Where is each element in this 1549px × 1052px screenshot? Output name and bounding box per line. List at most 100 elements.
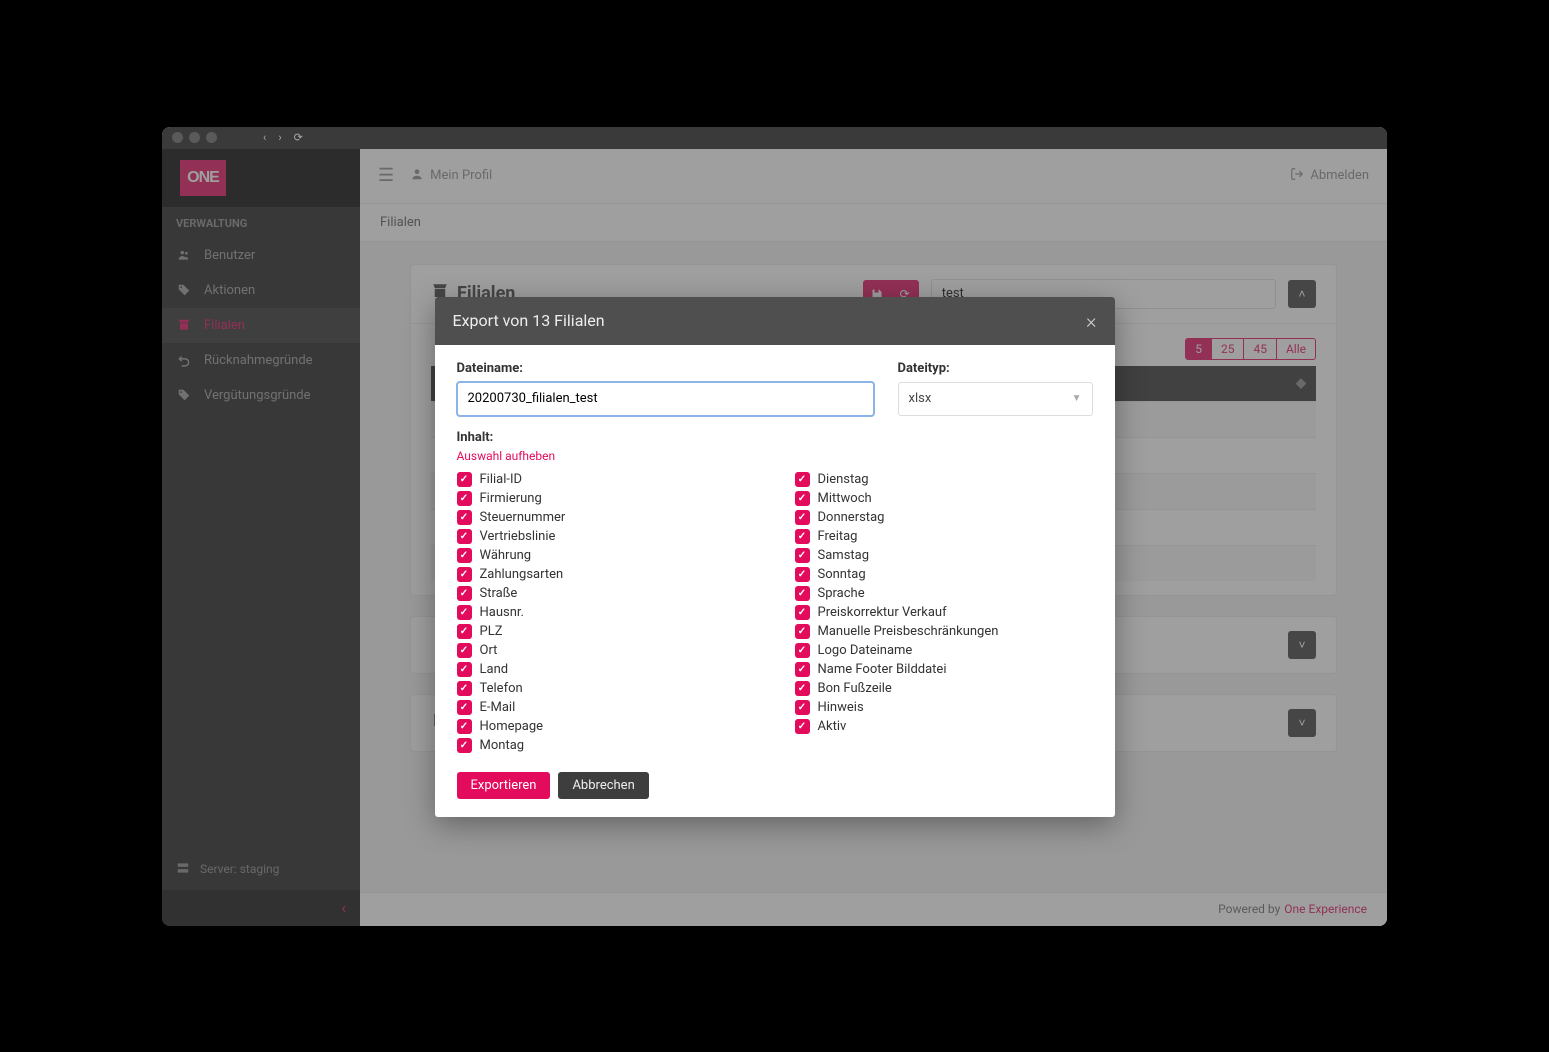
filetype-value: xlsx — [909, 391, 932, 406]
field-checkbox[interactable]: ✓ Name Footer Bilddatei — [795, 661, 1093, 678]
field-checkbox[interactable]: ✓ Sprache — [795, 585, 1093, 602]
export-modal: Export von 13 Filialen × Dateiname: Date… — [435, 297, 1115, 817]
field-checkbox[interactable]: ✓ Homepage — [457, 718, 755, 735]
checkbox-label: Telefon — [480, 681, 523, 696]
checkbox-icon: ✓ — [457, 567, 472, 582]
checkbox-label: Sprache — [818, 586, 865, 601]
checkbox-label: Filial-ID — [480, 472, 523, 487]
checkbox-icon: ✓ — [457, 491, 472, 506]
checkbox-label: Name Footer Bilddatei — [818, 662, 947, 677]
checkbox-icon: ✓ — [457, 548, 472, 563]
modal-title: Export von 13 Filialen — [453, 311, 605, 330]
checkbox-label: Währung — [480, 548, 532, 563]
checkbox-label: Ort — [480, 643, 498, 658]
nav-reload-icon[interactable]: ⟳ — [294, 131, 303, 144]
field-checkbox[interactable]: ✓Bon Fußzeile — [795, 680, 1093, 697]
checkbox-icon: ✓ — [795, 548, 810, 563]
field-checkbox[interactable]: ✓Telefon — [457, 680, 755, 697]
checkbox-label: Samstag — [818, 548, 870, 563]
field-checkbox[interactable]: ✓ Firmierung — [457, 490, 755, 507]
checkbox-label: Logo Dateiname — [818, 643, 913, 658]
filename-label: Dateiname: — [457, 361, 874, 376]
filename-input[interactable] — [457, 382, 874, 416]
cancel-button[interactable]: Abbrechen — [558, 772, 648, 799]
window-close-icon[interactable] — [172, 132, 183, 143]
checkbox-icon: ✓ — [457, 738, 472, 753]
field-checkbox[interactable]: ✓Logo Dateiname — [795, 642, 1093, 659]
nav-back-icon[interactable]: ‹ — [263, 131, 266, 144]
checkbox-label: Sonntag — [818, 567, 866, 582]
checkbox-icon: ✓ — [795, 662, 810, 677]
field-checkbox[interactable]: ✓ Ort — [457, 642, 755, 659]
field-checkbox[interactable]: ✓E-Mail — [457, 699, 755, 716]
field-checkbox[interactable]: ✓Donnerstag — [795, 509, 1093, 526]
field-checkbox[interactable]: ✓ Aktiv — [795, 718, 1093, 735]
modal-container: Export von 13 Filialen × Dateiname: Date… — [162, 149, 1387, 926]
checkbox-icon: ✓ — [457, 510, 472, 525]
modal-header: Export von 13 Filialen × — [435, 297, 1115, 345]
nav-forward-icon[interactable]: › — [278, 131, 281, 144]
field-checkbox[interactable]: ✓ Sonntag — [795, 566, 1093, 583]
field-checkbox[interactable]: ✓ Freitag — [795, 528, 1093, 545]
field-checkbox[interactable]: ✓Straße — [457, 585, 755, 602]
field-checkbox[interactable]: ✓ Dienstag — [795, 471, 1093, 488]
checkbox-icon: ✓ — [795, 700, 810, 715]
checkbox-icon: ✓ — [795, 472, 810, 487]
field-checkbox[interactable]: ✓Hinweis — [795, 699, 1093, 716]
window-maximize-icon[interactable] — [206, 132, 217, 143]
field-checkbox[interactable]: ✓Vertriebslinie — [457, 528, 755, 545]
field-checkbox[interactable]: ✓ Zahlungsarten — [457, 566, 755, 583]
checkbox-icon: ✓ — [457, 719, 472, 734]
checkbox-icon: ✓ — [457, 624, 472, 639]
checkbox-label: Hausnr. — [480, 605, 524, 620]
checkbox-label: Mittwoch — [818, 491, 872, 506]
checkbox-label: Land — [480, 662, 509, 677]
field-checkbox[interactable]: ✓ Filial-ID — [457, 471, 755, 488]
checkbox-label: Homepage — [480, 719, 544, 734]
field-checkbox[interactable]: ✓PLZ — [457, 623, 755, 640]
modal-close-button[interactable]: × — [1086, 309, 1096, 333]
checkbox-icon: ✓ — [795, 567, 810, 582]
checkbox-icon: ✓ — [457, 472, 472, 487]
app-window: ‹ › ⟳ ONE VERWALTUNG Benutzer Aktionen — [162, 127, 1387, 926]
window-minimize-icon[interactable] — [189, 132, 200, 143]
checkbox-icon: ✓ — [795, 510, 810, 525]
checkbox-label: Aktiv — [818, 719, 847, 734]
checkbox-label: Zahlungsarten — [480, 567, 564, 582]
field-checkbox[interactable]: ✓ Land — [457, 661, 755, 678]
checkbox-column-left: ✓Filial-ID✓Firmierung✓Steuernummer✓Vertr… — [457, 471, 755, 754]
deselect-all-link[interactable]: Auswahl aufheben — [457, 449, 556, 463]
checkbox-label: Manuelle Preisbeschränkungen — [818, 624, 999, 639]
checkbox-label: Montag — [480, 738, 525, 753]
checkbox-label: Vertriebslinie — [480, 529, 556, 544]
checkbox-icon: ✓ — [795, 681, 810, 696]
checkbox-label: Firmierung — [480, 491, 542, 506]
field-checkbox[interactable]: ✓Preiskorrektur Verkauf — [795, 604, 1093, 621]
field-checkbox[interactable]: ✓ Hausnr. — [457, 604, 755, 621]
field-checkbox[interactable]: ✓ Steuernummer — [457, 509, 755, 526]
field-checkbox[interactable]: ✓ Mittwoch — [795, 490, 1093, 507]
checkbox-icon: ✓ — [457, 700, 472, 715]
filetype-select[interactable]: xlsx ▼ — [898, 382, 1093, 416]
checkbox-icon: ✓ — [457, 586, 472, 601]
checkbox-label: Preiskorrektur Verkauf — [818, 605, 947, 620]
window-titlebar: ‹ › ⟳ — [162, 127, 1387, 149]
checkbox-label: Freitag — [818, 529, 858, 544]
checkbox-icon: ✓ — [795, 529, 810, 544]
checkbox-label: Steuernummer — [480, 510, 566, 525]
checkbox-icon: ✓ — [795, 624, 810, 639]
checkbox-icon: ✓ — [795, 491, 810, 506]
checkbox-icon: ✓ — [457, 605, 472, 620]
checkbox-icon: ✓ — [795, 719, 810, 734]
filetype-label: Dateityp: — [898, 361, 1093, 376]
field-checkbox[interactable]: ✓ Währung — [457, 547, 755, 564]
export-confirm-button[interactable]: Exportieren — [457, 772, 551, 799]
checkbox-icon: ✓ — [457, 643, 472, 658]
checkbox-icon: ✓ — [457, 662, 472, 677]
field-checkbox[interactable]: ✓ Montag — [457, 737, 755, 754]
chevron-down-icon: ▼ — [1072, 393, 1082, 404]
field-checkbox[interactable]: ✓ Samstag — [795, 547, 1093, 564]
field-checkbox[interactable]: ✓ Manuelle Preisbeschränkungen — [795, 623, 1093, 640]
checkbox-icon: ✓ — [795, 586, 810, 601]
checkbox-label: Dienstag — [818, 472, 869, 487]
